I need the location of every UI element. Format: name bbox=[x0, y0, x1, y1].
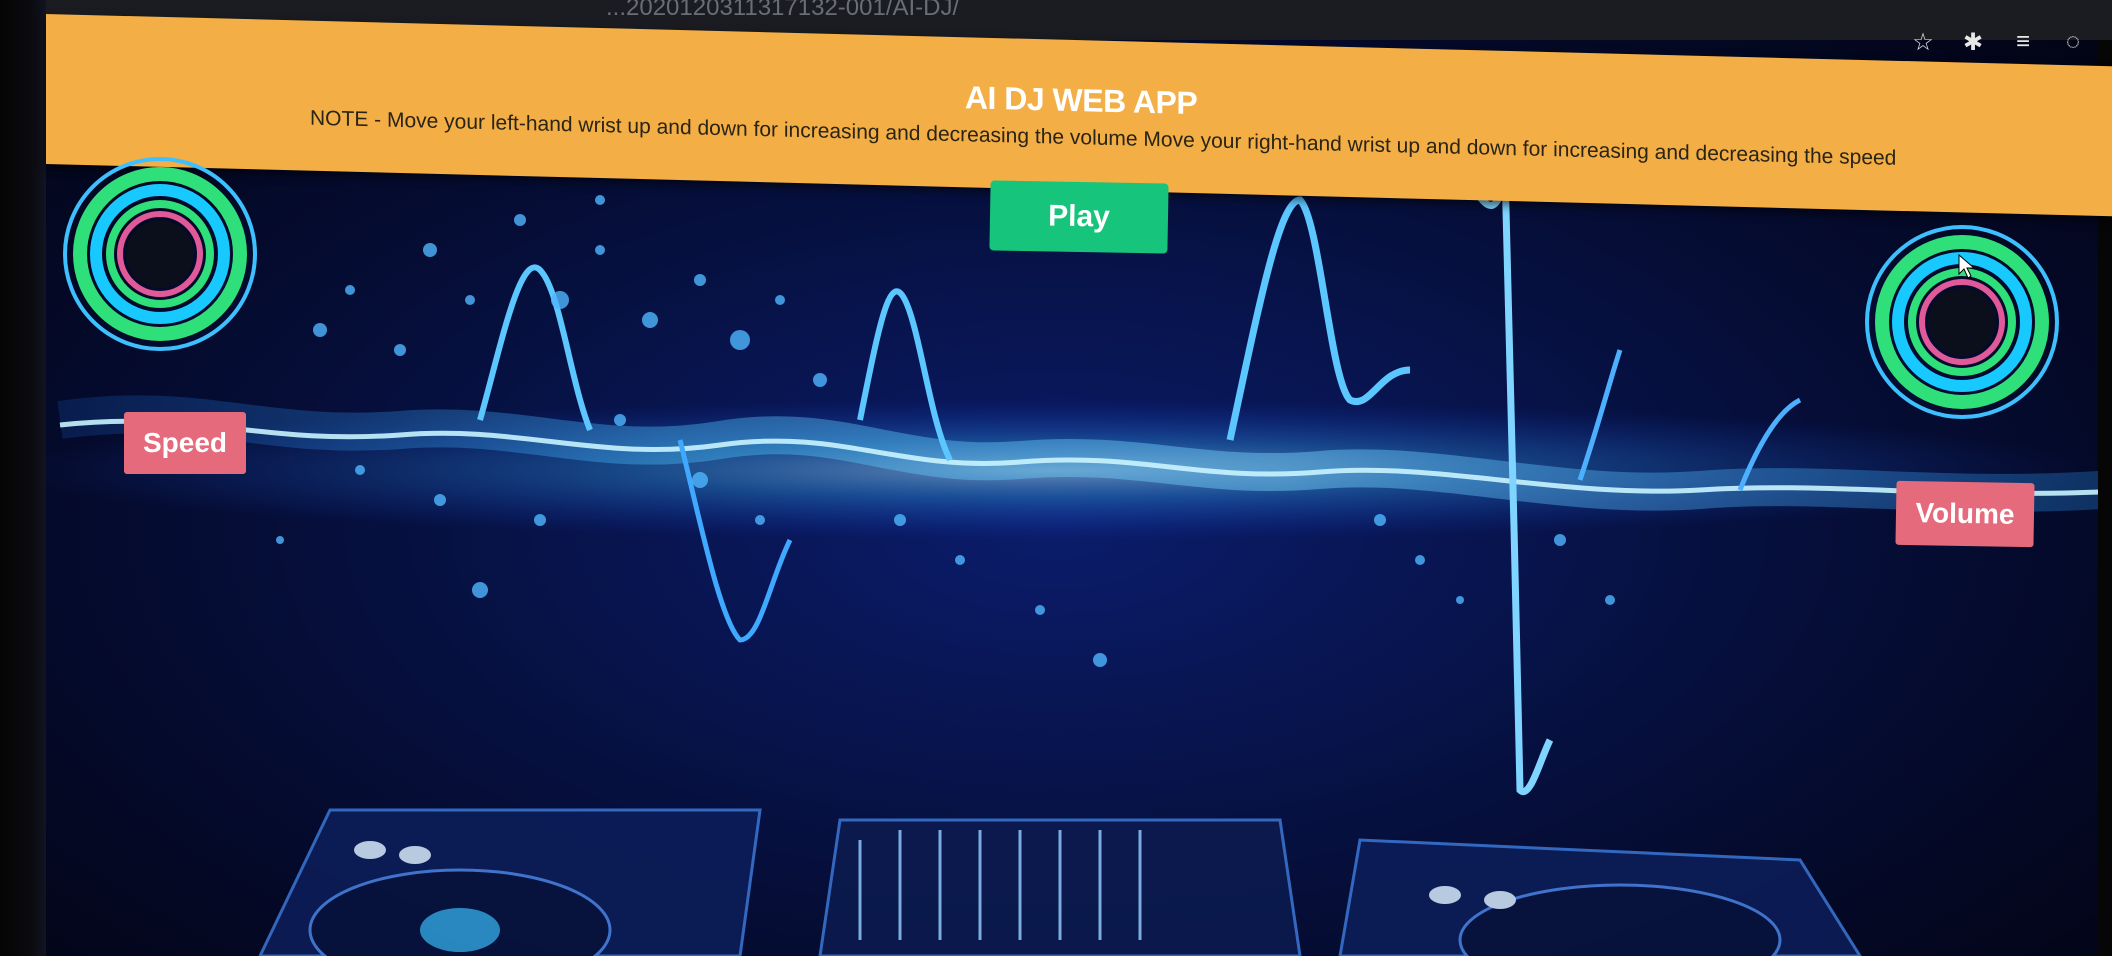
play-button[interactable]: Play bbox=[989, 180, 1169, 254]
playlist-icon[interactable]: ≡ bbox=[2010, 28, 2036, 57]
star-icon[interactable]: ☆ bbox=[1910, 28, 1936, 57]
volume-dial bbox=[1865, 225, 2059, 419]
monitor-bezel-left bbox=[0, 0, 46, 956]
mouse-cursor-icon bbox=[1958, 254, 1976, 279]
volume-button[interactable]: Volume bbox=[1895, 480, 2035, 548]
speed-button[interactable]: Speed bbox=[124, 412, 246, 474]
app-screen: ...2020120311317132-001/AI-DJ/ AI DJ WEB… bbox=[0, 0, 2112, 956]
profile-icon[interactable]: ◌ bbox=[2060, 28, 2086, 57]
browser-url[interactable]: ...2020120311317132-001/AI-DJ/ bbox=[606, 0, 959, 22]
browser-action-icons: ☆ ✱ ≡ ◌ bbox=[1910, 28, 2086, 57]
speed-dial bbox=[63, 157, 257, 351]
puzzle-extension-icon[interactable]: ✱ bbox=[1960, 28, 1986, 57]
